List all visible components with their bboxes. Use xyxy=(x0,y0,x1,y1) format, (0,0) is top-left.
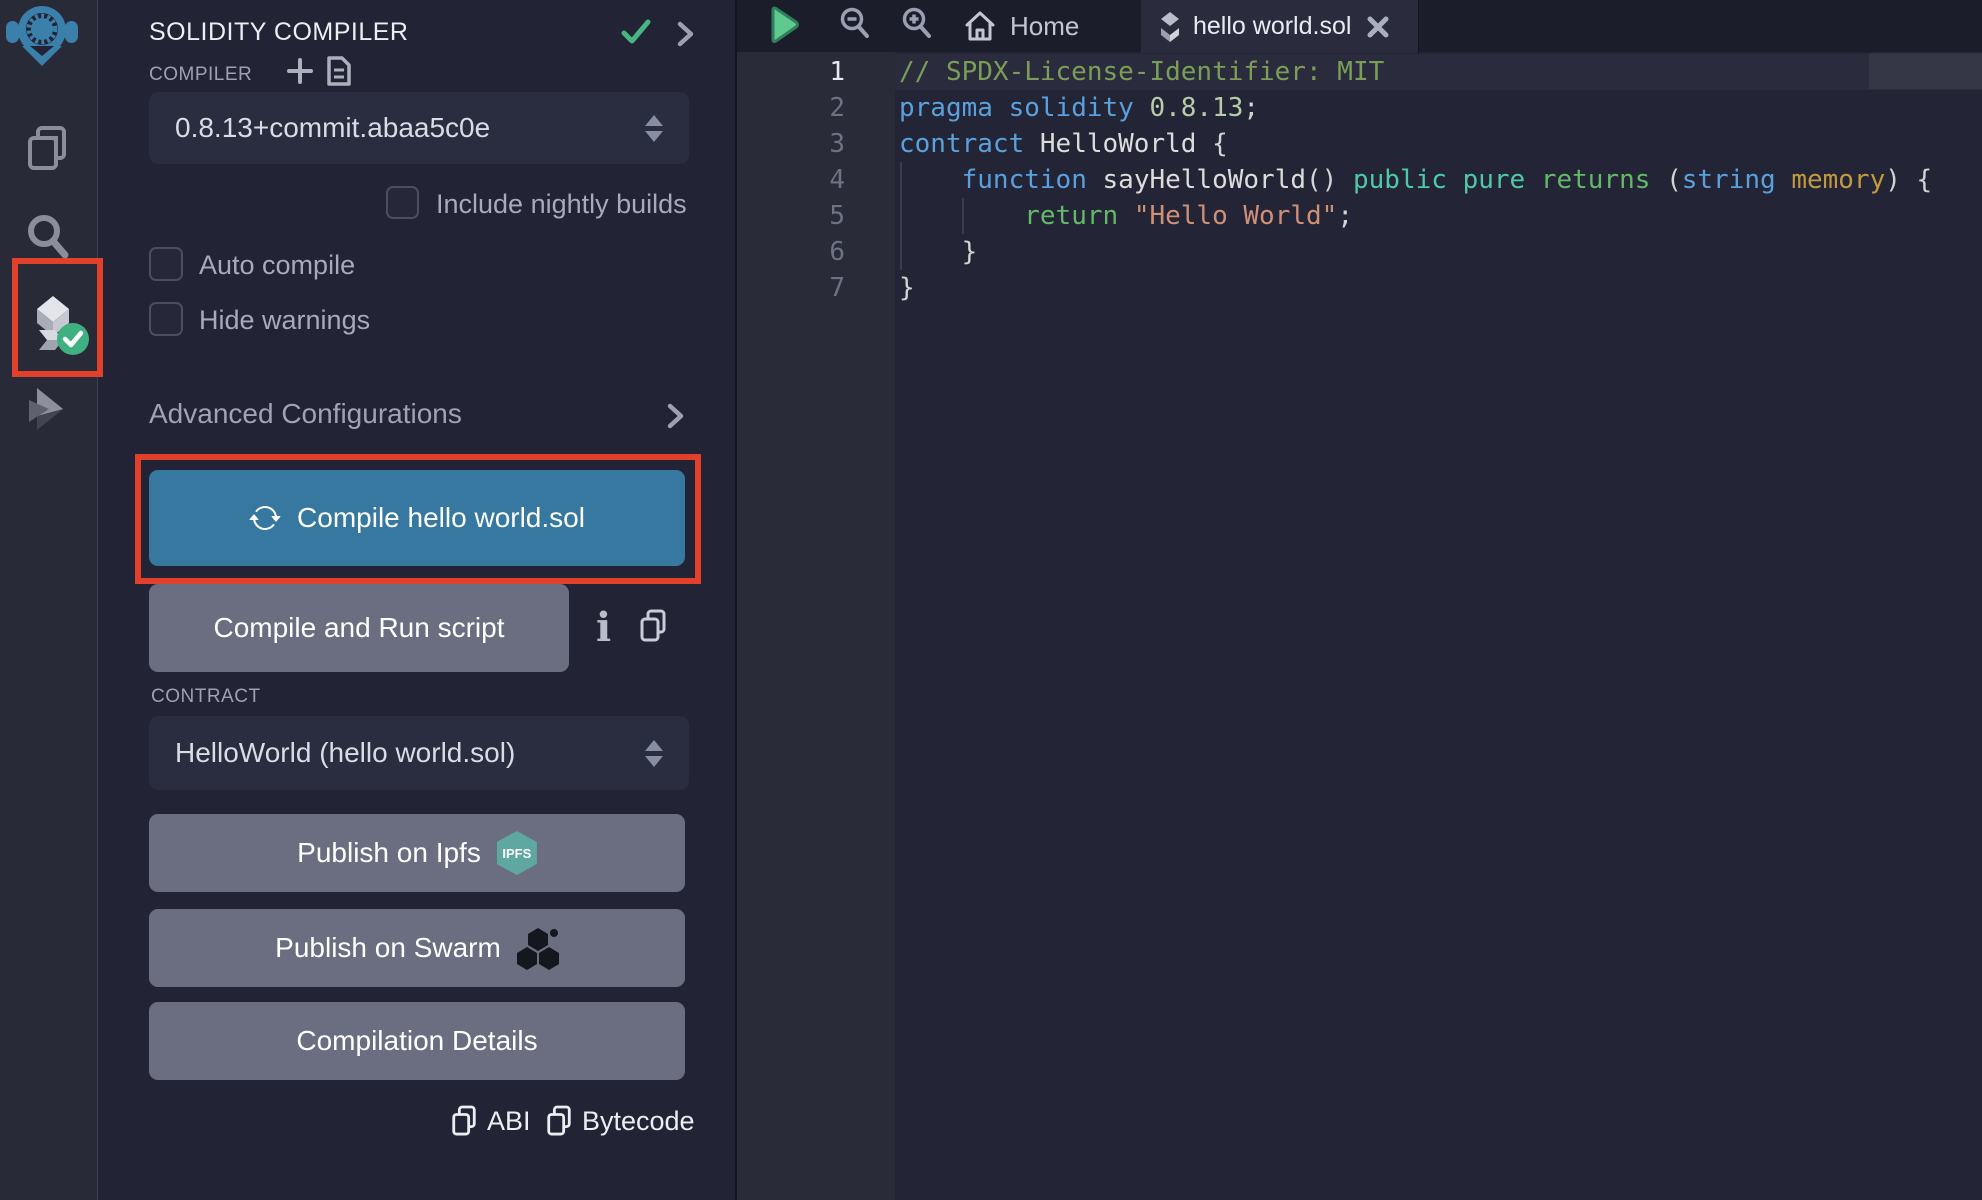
activity-bar xyxy=(0,0,98,1200)
advanced-config-chevron-icon[interactable] xyxy=(666,402,686,430)
select-updown-icon xyxy=(645,740,663,767)
hide-warnings-checkbox[interactable] xyxy=(149,302,183,336)
tab-hello-world-sol[interactable]: hello world.sol xyxy=(1141,0,1419,53)
contract-select[interactable]: HelloWorld (hello world.sol) xyxy=(149,716,689,790)
hide-warnings-label: Hide warnings xyxy=(199,305,370,336)
contract-section-label: CONTRACT xyxy=(151,686,261,708)
indent-guide xyxy=(900,162,902,270)
code-line[interactable]: pragma solidity 0.8.13; xyxy=(899,90,1932,126)
code-line[interactable]: return "Hello World"; xyxy=(899,198,1932,234)
gutter: 1234567 xyxy=(737,54,845,306)
tab-home[interactable]: Home xyxy=(962,6,1079,46)
line-number: 2 xyxy=(737,90,845,126)
minimap-slider[interactable] xyxy=(1869,53,1982,89)
add-compiler-icon[interactable] xyxy=(286,57,314,85)
code-lines[interactable]: // SPDX-License-Identifier: MITpragma so… xyxy=(899,54,1932,306)
code-line[interactable]: function sayHelloWorld() public pure ret… xyxy=(899,162,1932,198)
advanced-configurations-label[interactable]: Advanced Configurations xyxy=(149,398,462,430)
line-number: 3 xyxy=(737,126,845,162)
compilation-details-label: Compilation Details xyxy=(296,1025,537,1057)
tab-close-icon[interactable] xyxy=(1365,14,1391,40)
code-line[interactable]: contract HelloWorld { xyxy=(899,126,1932,162)
file-explorer-icon[interactable] xyxy=(26,125,70,171)
search-icon[interactable] xyxy=(24,212,72,260)
line-number: 6 xyxy=(737,234,845,270)
line-number: 4 xyxy=(737,162,845,198)
panel-collapse-chevron-icon[interactable] xyxy=(676,20,696,48)
compiler-version-value: 0.8.13+commit.abaa5c0e xyxy=(175,112,645,144)
compiler-doc-icon[interactable] xyxy=(326,55,352,87)
compiler-section-label: COMPILER xyxy=(149,64,252,86)
publish-swarm-label: Publish on Swarm xyxy=(275,932,501,964)
swarm-icon xyxy=(517,926,559,970)
remix-logo-icon[interactable] xyxy=(6,4,78,66)
annotation-box-compiler-icon xyxy=(12,258,103,377)
solidity-file-icon xyxy=(1157,12,1183,42)
abi-label: ABI xyxy=(487,1106,531,1137)
ipfs-icon: IPFS xyxy=(497,831,537,875)
compilation-details-button[interactable]: Compilation Details xyxy=(149,1002,685,1080)
copy-abi-button[interactable]: ABI xyxy=(450,1104,531,1138)
include-nightly-label: Include nightly builds xyxy=(436,189,687,220)
deploy-run-icon[interactable] xyxy=(23,386,71,432)
copy-script-icon[interactable] xyxy=(638,608,668,644)
code-line[interactable]: } xyxy=(899,234,1932,270)
compiler-version-select[interactable]: 0.8.13+commit.abaa5c0e xyxy=(149,92,689,164)
line-number: 5 xyxy=(737,198,845,234)
compile-and-run-label: Compile and Run script xyxy=(213,612,504,644)
copy-icon xyxy=(545,1104,573,1138)
auto-compile-label: Auto compile xyxy=(199,250,355,281)
auto-compile-checkbox[interactable] xyxy=(149,247,183,281)
run-script-play-icon[interactable] xyxy=(766,5,802,45)
compile-button[interactable]: Compile hello world.sol xyxy=(149,470,685,566)
home-icon xyxy=(962,8,998,44)
line-number: 1 xyxy=(737,54,845,90)
zoom-in-icon[interactable] xyxy=(900,6,934,40)
line-number: 7 xyxy=(737,270,845,306)
zoom-out-icon[interactable] xyxy=(838,6,872,40)
publish-ipfs-button[interactable]: Publish on Ipfs IPFS xyxy=(149,814,685,892)
bytecode-label: Bytecode xyxy=(582,1106,695,1137)
include-nightly-checkbox[interactable] xyxy=(386,186,419,219)
code-line[interactable]: // SPDX-License-Identifier: MIT xyxy=(899,54,1932,90)
sync-icon xyxy=(249,502,281,534)
code-line[interactable]: } xyxy=(899,270,1932,306)
tab-file-label: hello world.sol xyxy=(1193,12,1351,41)
remix-ide-window: SOLIDITY COMPILER COMPILER 0.8.13+commit… xyxy=(0,0,1982,1200)
contract-select-value: HelloWorld (hello world.sol) xyxy=(175,737,645,769)
compile-button-label: Compile hello world.sol xyxy=(297,502,585,534)
select-updown-icon xyxy=(645,115,663,142)
compile-status-check-icon xyxy=(620,16,652,48)
copy-bytecode-button[interactable]: Bytecode xyxy=(545,1104,695,1138)
info-icon[interactable]: i xyxy=(596,600,611,656)
publish-swarm-button[interactable]: Publish on Swarm xyxy=(149,909,685,987)
tab-home-label: Home xyxy=(1010,11,1079,42)
compile-and-run-button[interactable]: Compile and Run script xyxy=(149,584,569,672)
copy-icon xyxy=(450,1104,478,1138)
indent-guide xyxy=(962,198,964,234)
panel-title: SOLIDITY COMPILER xyxy=(149,18,409,47)
publish-ipfs-label: Publish on Ipfs xyxy=(297,837,481,869)
